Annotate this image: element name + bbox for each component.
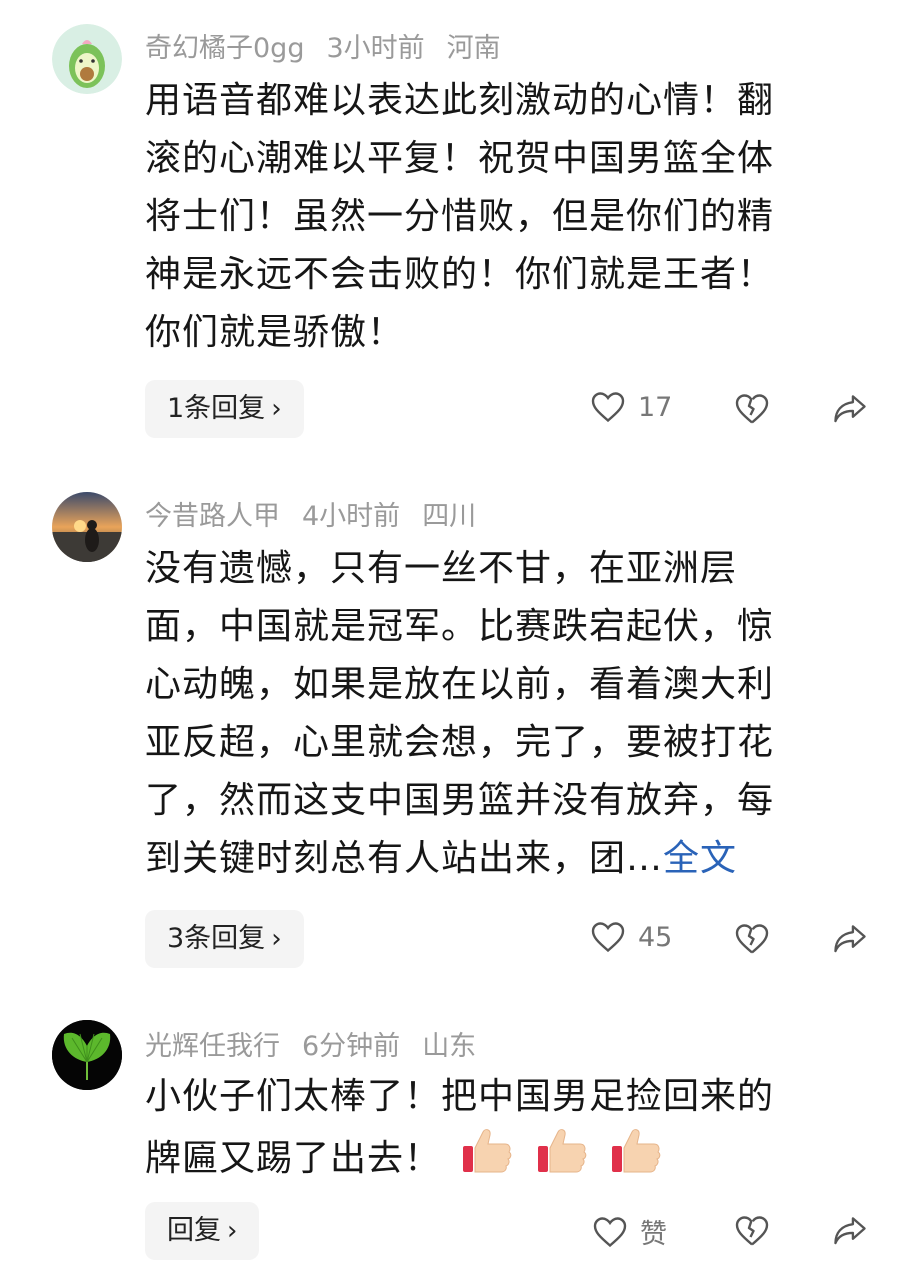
comment-line: 滚的心潮难以平复！祝贺中国男篮全体: [145, 138, 775, 179]
broken-heart-icon: [735, 394, 769, 424]
ginkgo-leaf-avatar-icon: [52, 1020, 122, 1090]
dislike-button[interactable]: [734, 922, 770, 956]
comment-time: 3小时前: [326, 33, 425, 64]
thumbs-up-icon: [610, 1126, 664, 1194]
dislike-button[interactable]: [734, 1214, 770, 1248]
reply-label: 3条回复: [167, 923, 266, 954]
heart-icon: [593, 1216, 627, 1247]
like-count: 17: [638, 391, 673, 423]
share-icon: [834, 925, 866, 953]
reply-button[interactable]: 1条回复 ›: [145, 380, 304, 438]
username[interactable]: 光辉任我行: [145, 1031, 280, 1062]
username[interactable]: 奇幻橘子0gg: [145, 33, 304, 64]
share-button[interactable]: [832, 922, 868, 954]
comment-line: 面，中国就是冠军。比赛跌宕起伏，惊: [145, 606, 775, 647]
chevron-right-icon: ›: [271, 924, 282, 954]
like-button[interactable]: 17: [590, 390, 672, 424]
comment-meta: 奇幻橘子0gg 3小时前 河南: [145, 26, 523, 65]
reply-label: 回复: [167, 1215, 221, 1246]
comment-meta: 今昔路人甲 4小时前 四川: [145, 494, 498, 533]
comment-text: 用语音都难以表达此刻激动的心情！翻 滚的心潮难以平复！祝贺中国男篮全体 将士们！…: [145, 72, 855, 362]
share-button[interactable]: [832, 392, 868, 424]
comment-location: 河南: [446, 33, 501, 64]
comment-line: 到关键时刻总有人站出来，团…全文: [145, 830, 855, 888]
broken-heart-icon: [735, 924, 769, 954]
comment-line: 你们就是骄傲！: [145, 312, 405, 353]
comment-line: 亚反超，心里就会想，完了，要被打花: [145, 722, 775, 763]
comment-location: 四川: [422, 501, 477, 532]
user-avatar[interactable]: [52, 492, 122, 562]
comment-line: 神是永远不会击败的！你们就是王者！: [145, 254, 775, 295]
like-count: 45: [638, 921, 673, 953]
comment-line: 了，然而这支中国男篮并没有放弃，每: [145, 780, 775, 821]
avocado-avatar-icon: [52, 24, 122, 94]
chevron-right-icon: ›: [227, 1216, 238, 1246]
thumbs-up-icon: [536, 1126, 590, 1194]
comment-line-text: 到关键时刻总有人站出来，团…: [145, 838, 664, 879]
comment-line: 将士们！虽然一分惜败，但是你们的精: [145, 196, 775, 237]
like-label: 赞: [640, 1219, 667, 1250]
comment-time: 4小时前: [302, 501, 401, 532]
username[interactable]: 今昔路人甲: [145, 501, 280, 532]
comment-text: 小伙子们太棒了！把中国男足捡回来的 牌匾又踢了出去！: [145, 1068, 855, 1194]
reply-label: 1条回复: [167, 393, 266, 424]
reply-button[interactable]: 3条回复 ›: [145, 910, 304, 968]
comment-location: 山东: [422, 1031, 477, 1062]
comment-line: 牌匾又踢了出去！: [145, 1126, 855, 1194]
like-button[interactable]: 赞: [592, 1212, 667, 1251]
share-icon: [834, 395, 866, 423]
comment-line: 小伙子们太棒了！把中国男足捡回来的: [145, 1076, 775, 1117]
share-icon: [834, 1217, 866, 1245]
reply-button[interactable]: 回复 ›: [145, 1202, 260, 1260]
user-avatar[interactable]: [52, 1020, 122, 1090]
dislike-button[interactable]: [734, 392, 770, 426]
comment-meta: 光辉任我行 6分钟前 山东: [145, 1024, 498, 1063]
chevron-right-icon: ›: [271, 394, 282, 424]
comment-line: 没有遗憾，只有一丝不甘，在亚洲层: [145, 548, 738, 589]
comment-time: 6分钟前: [302, 1031, 401, 1062]
heart-icon: [591, 922, 625, 953]
like-button[interactable]: 45: [590, 920, 672, 954]
thumbs-up-icon: [461, 1126, 515, 1194]
heart-icon: [591, 392, 625, 423]
broken-heart-icon: [735, 1216, 769, 1246]
comment-line: 用语音都难以表达此刻激动的心情！翻: [145, 80, 775, 121]
user-avatar[interactable]: [52, 24, 122, 94]
share-button[interactable]: [832, 1214, 868, 1246]
comment-line-text: 牌匾又踢了出去！: [145, 1138, 442, 1179]
sunset-avatar-icon: [52, 492, 122, 562]
comment-line: 心动魄，如果是放在以前，看着澳大利: [145, 664, 775, 705]
comment-text: 没有遗憾，只有一丝不甘，在亚洲层 面，中国就是冠军。比赛跌宕起伏，惊 心动魄，如…: [145, 540, 855, 888]
expand-full-text-link[interactable]: 全文: [663, 838, 737, 879]
